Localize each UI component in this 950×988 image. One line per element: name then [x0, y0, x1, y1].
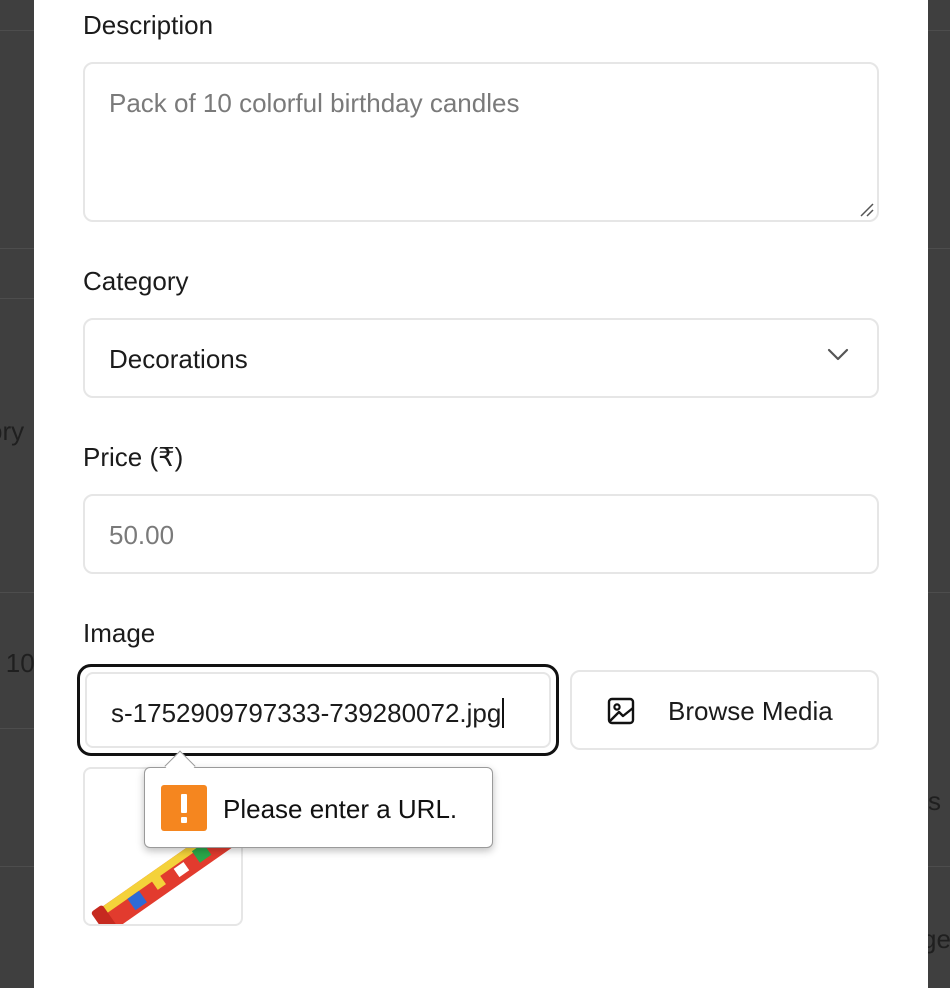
- validation-tooltip: Please enter a URL.: [144, 750, 493, 848]
- text-caret: [502, 698, 505, 728]
- edit-product-modal: Description Pack of 10 colorful birthday…: [34, 0, 928, 988]
- browse-media-label: Browse Media: [668, 696, 833, 726]
- background-divider: [928, 30, 950, 31]
- background-text: ₹ 10: [0, 648, 35, 678]
- warning-icon: [161, 785, 207, 831]
- image-url-value: s-1752909797333-739280072.jpg: [111, 698, 505, 729]
- price-placeholder: 50.00: [109, 520, 175, 550]
- background-divider: [0, 248, 34, 249]
- background-divider: [928, 248, 950, 249]
- price-label: Price (₹): [83, 442, 184, 472]
- image-url-text: s-1752909797333-739280072.jpg: [111, 698, 502, 728]
- background-divider: [928, 592, 950, 593]
- image-url-input[interactable]: s-1752909797333-739280072.jpg: [77, 664, 559, 756]
- category-label: Category: [83, 266, 189, 296]
- background-divider: [0, 298, 34, 299]
- image-url-field[interactable]: s-1752909797333-739280072.jpg: [85, 672, 551, 748]
- validation-message: Please enter a URL.: [223, 794, 458, 824]
- background-text: ory: [0, 416, 25, 446]
- image-label: Image: [83, 618, 156, 648]
- background-divider: [928, 866, 950, 867]
- background-divider: [0, 866, 34, 867]
- background-divider: [0, 592, 34, 593]
- background-divider: [0, 728, 34, 729]
- category-selected-value: Decorations: [109, 344, 248, 374]
- background-text: s: [928, 786, 941, 816]
- description-placeholder: Pack of 10 colorful birthday candles: [109, 88, 520, 118]
- description-textarea[interactable]: Pack of 10 colorful birthday candles: [83, 62, 879, 222]
- browse-media-button[interactable]: Browse Media: [570, 670, 879, 750]
- description-label: Description: [83, 10, 214, 40]
- chevron-down-icon: [827, 348, 849, 361]
- category-select[interactable]: Decorations: [83, 318, 879, 398]
- price-input[interactable]: 50.00: [83, 494, 879, 574]
- resize-handle-icon[interactable]: [858, 201, 874, 217]
- background-divider: [0, 30, 34, 31]
- image-icon: [607, 697, 635, 725]
